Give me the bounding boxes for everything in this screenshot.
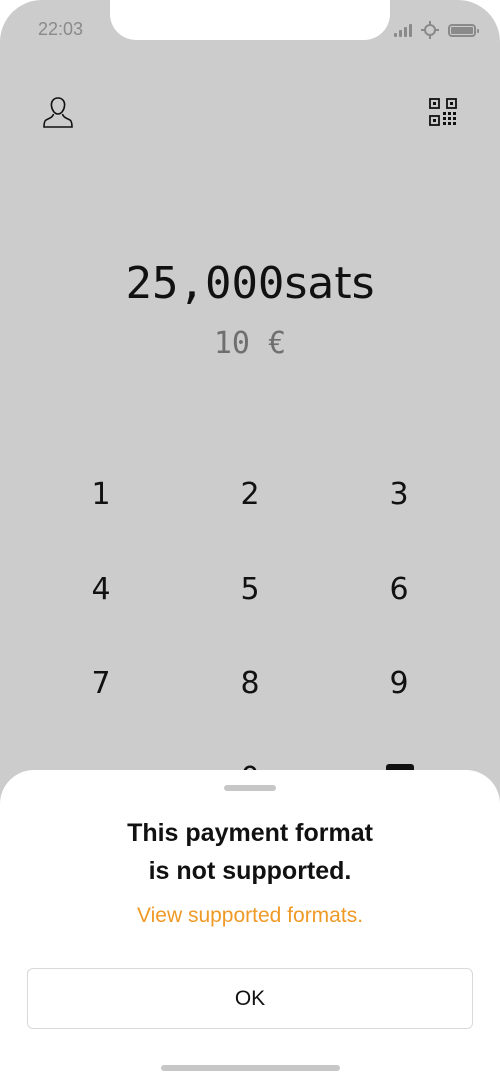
status-time: 22:03 — [38, 19, 84, 39]
user-icon — [43, 97, 73, 128]
profile-button[interactable] — [38, 92, 78, 132]
wallet-screen: 22:03 25,000sats 10 € 1 2 3 4 5 6 7 8 9 … — [0, 0, 500, 1083]
keypad-key-8[interactable]: 8 — [190, 648, 310, 718]
view-supported-formats-link[interactable]: View supported formats. — [0, 904, 500, 928]
amount-value: 25,000 — [125, 258, 285, 309]
keypad-key-6[interactable]: 6 — [339, 554, 459, 624]
sheet-title: This payment format is not supported. — [0, 814, 500, 890]
keypad-key-9[interactable]: 9 — [339, 648, 459, 718]
amount-unit: sats — [284, 258, 375, 309]
keypad-key-3[interactable]: 3 — [339, 459, 459, 529]
keypad-key-7[interactable]: 7 — [41, 648, 161, 718]
home-indicator — [161, 1065, 340, 1071]
amount-display: 25,000sats — [0, 258, 500, 309]
sheet-drag-handle[interactable] — [224, 785, 276, 791]
keypad-key-5[interactable]: 5 — [190, 554, 310, 624]
fiat-amount: 10 € — [213, 326, 287, 361]
device-notch — [110, 0, 390, 40]
status-icons — [394, 20, 479, 40]
keypad-key-2[interactable]: 2 — [190, 459, 310, 529]
scan-button[interactable] — [423, 92, 463, 132]
keypad-key-4[interactable]: 4 — [41, 554, 161, 624]
signal-icon — [394, 23, 412, 37]
ok-button[interactable]: OK — [27, 968, 473, 1029]
battery-icon — [448, 23, 479, 37]
unsupported-format-sheet: This payment format is not supported. Vi… — [0, 770, 500, 1083]
sheet-title-line-1: This payment format — [127, 819, 373, 847]
sheet-title-line-2: is not supported. — [148, 857, 352, 885]
qr-code-icon — [429, 98, 457, 126]
keypad-key-1[interactable]: 1 — [41, 459, 161, 529]
location-icon — [421, 21, 439, 39]
